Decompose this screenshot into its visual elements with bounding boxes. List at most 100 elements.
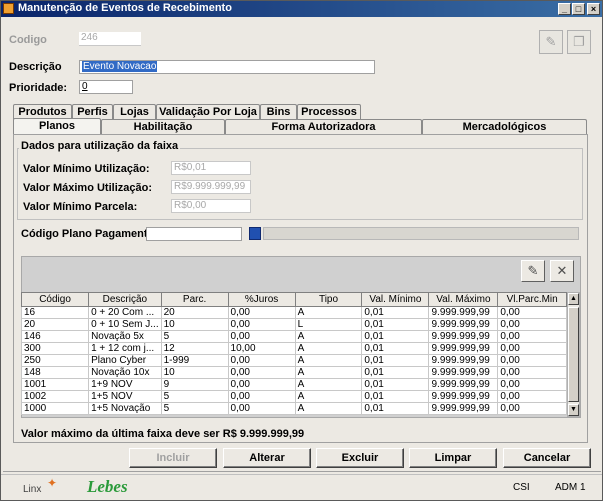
- table-cell: 10: [160, 318, 229, 331]
- linx-logo: Linx: [23, 484, 42, 495]
- scroll-down-icon[interactable]: ▼: [568, 404, 579, 416]
- max-util-field: R$9.999.999,99: [171, 180, 251, 194]
- table-cell: 5: [160, 402, 229, 415]
- table-vscroll[interactable]: ▲ ▼: [567, 292, 580, 417]
- table-cell: 0,00: [227, 390, 296, 403]
- table-row[interactable]: 250 Plano Cyber 1-999 0,00 A 0,01 9.999.999,99…: [20, 354, 567, 367]
- min-util-label: Valor Mínimo Utilização:: [23, 163, 150, 175]
- column-header[interactable]: Vl.Parc.Min: [497, 292, 567, 307]
- descricao-field[interactable]: Evento Novacao: [79, 60, 375, 74]
- tab-forma-autorizadora[interactable]: Forma Autorizadora: [225, 119, 422, 134]
- linx-logo-mark: ✦: [47, 476, 58, 490]
- minimize-button[interactable]: _: [558, 3, 571, 15]
- table-cell: 0 + 20 Com ...: [88, 306, 162, 319]
- table-cell: 0,01: [361, 402, 430, 415]
- table-row[interactable]: 300 1 + 12 com j... 12 10,00 A 0,01 9.999.999,…: [20, 342, 567, 355]
- table-row[interactable]: 16 0 + 20 Com ... 20 0,00 A 0,01 9.999.999,99 0…: [20, 306, 567, 319]
- tab-mercadologicos[interactable]: Mercadológicos: [422, 119, 587, 134]
- table-cell: 0,00: [497, 306, 567, 319]
- table-header-row: Código Descrição Parc. %Juros Tipo Val. Mínim…: [20, 292, 567, 307]
- column-header[interactable]: %Juros: [227, 292, 296, 307]
- status-right: ADM 1: [555, 482, 586, 493]
- delete-row-icon[interactable]: ✕: [550, 260, 574, 282]
- table-cell: A: [294, 366, 363, 379]
- column-header[interactable]: Val. Mínimo: [361, 292, 430, 307]
- table-cell: 0 + 10 Sem J...: [88, 318, 162, 331]
- tab-habilitacao[interactable]: Habilitação: [101, 119, 225, 134]
- edit-row-icon[interactable]: ✎: [521, 260, 545, 282]
- title-bar: Manutenção de Eventos de Recebimento _ □…: [1, 1, 602, 17]
- table-cell: 0,00: [227, 366, 296, 379]
- table-cell: 9.999.999,99: [428, 378, 499, 391]
- limpar-button[interactable]: Limpar: [409, 448, 497, 468]
- table-cell: 0,01: [361, 366, 430, 379]
- table-cell: 0,01: [361, 318, 430, 331]
- table-cell: Novação 5x: [88, 330, 162, 343]
- min-util-field: R$0,01: [171, 161, 251, 175]
- table-cell: 0,00: [227, 354, 296, 367]
- table-cell: 9.999.999,99: [428, 354, 499, 367]
- table-cell: 1+9 NOV: [88, 378, 162, 391]
- table-row[interactable]: 1001 1+9 NOV 9 0,00 A 0,01 9.999.999,99 0,00: [20, 378, 567, 391]
- planos-table: Código Descrição Parc. %Juros Tipo Val. Mínim…: [20, 292, 567, 415]
- table-cell: 0,00: [227, 330, 296, 343]
- alterar-button[interactable]: Alterar: [223, 448, 311, 468]
- table-cell: 0,00: [227, 402, 296, 415]
- document-icon: ❐: [567, 30, 591, 54]
- tab-processos[interactable]: Processos: [297, 104, 361, 119]
- table-cell: 9.999.999,99: [428, 318, 499, 331]
- column-header[interactable]: Tipo: [294, 292, 363, 307]
- tab-perfis[interactable]: Perfis: [72, 104, 113, 119]
- codigo-field: 246: [79, 32, 141, 46]
- scroll-up-icon[interactable]: ▲: [568, 293, 579, 305]
- table-cell: 0,00: [227, 318, 296, 331]
- table-cell: 1+5 NOV: [88, 390, 162, 403]
- incluir-button[interactable]: Incluir: [129, 448, 217, 468]
- alterar-label: Alterar: [249, 452, 285, 464]
- table-cell: 300: [20, 342, 90, 355]
- lookup-button[interactable]: [249, 227, 261, 240]
- table-cell: A: [294, 402, 363, 415]
- table-cell: L: [294, 318, 363, 331]
- table-cell: 0,01: [361, 354, 430, 367]
- column-header[interactable]: Val. Máximo: [428, 292, 499, 307]
- table-cell: A: [294, 390, 363, 403]
- table-row[interactable]: 1000 1+5 Novação 5 0,00 A 0,01 9.999.999,99 0,0…: [20, 402, 567, 415]
- table-cell: 0,00: [497, 390, 567, 403]
- cancelar-button[interactable]: Cancelar: [503, 448, 591, 468]
- excluir-button[interactable]: Excluir: [316, 448, 404, 468]
- footer-note: Valor máximo da última faixa deve ser R$…: [21, 428, 305, 440]
- table-cell: A: [294, 354, 363, 367]
- table-cell: 9.999.999,99: [428, 402, 499, 415]
- scroll-thumb[interactable]: [568, 307, 579, 402]
- table-row[interactable]: 1002 1+5 NOV 5 0,00 A 0,01 9.999.999,99 0,00: [20, 390, 567, 403]
- tab-bins[interactable]: Bins: [260, 104, 297, 119]
- tab-lojas[interactable]: Lojas: [113, 104, 156, 119]
- plano-field[interactable]: [146, 227, 242, 241]
- column-header[interactable]: Código: [20, 292, 90, 307]
- column-header[interactable]: Parc.: [160, 292, 229, 307]
- table-cell: 0,00: [227, 306, 296, 319]
- table-row[interactable]: 148 Novação 10x 10 0,00 A 0,01 9.999.999,99 0,0…: [20, 366, 567, 379]
- maximize-button[interactable]: □: [572, 3, 585, 15]
- table-cell: 9.999.999,99: [428, 390, 499, 403]
- table-cell: 16: [20, 306, 90, 319]
- table-cell: 0,01: [361, 306, 430, 319]
- cancelar-label: Cancelar: [523, 452, 571, 464]
- tab-validacao-por-loja[interactable]: Validação Por Loja: [156, 104, 260, 119]
- excluir-label: Excluir: [341, 452, 379, 464]
- table-row[interactable]: 20 0 + 10 Sem J... 10 0,00 L 0,01 9.999.999,99…: [20, 318, 567, 331]
- table-cell: 0,01: [361, 330, 430, 343]
- tab-produtos[interactable]: Produtos: [13, 104, 72, 119]
- max-util-label: Valor Máximo Utilização:: [23, 182, 152, 194]
- prioridade-field[interactable]: 0: [79, 80, 133, 94]
- prioridade-label: Prioridade:: [9, 82, 68, 94]
- table-cell: 1002: [20, 390, 90, 403]
- close-button[interactable]: ×: [587, 3, 600, 15]
- table-cell: 10,00: [227, 342, 296, 355]
- tab-planos[interactable]: Planos: [13, 118, 101, 135]
- table-row[interactable]: 146 Novação 5x 5 0,00 A 0,01 9.999.999,99 0,00: [20, 330, 567, 343]
- plano-description-field: [263, 227, 579, 240]
- table-cell: A: [294, 330, 363, 343]
- column-header[interactable]: Descrição: [88, 292, 162, 307]
